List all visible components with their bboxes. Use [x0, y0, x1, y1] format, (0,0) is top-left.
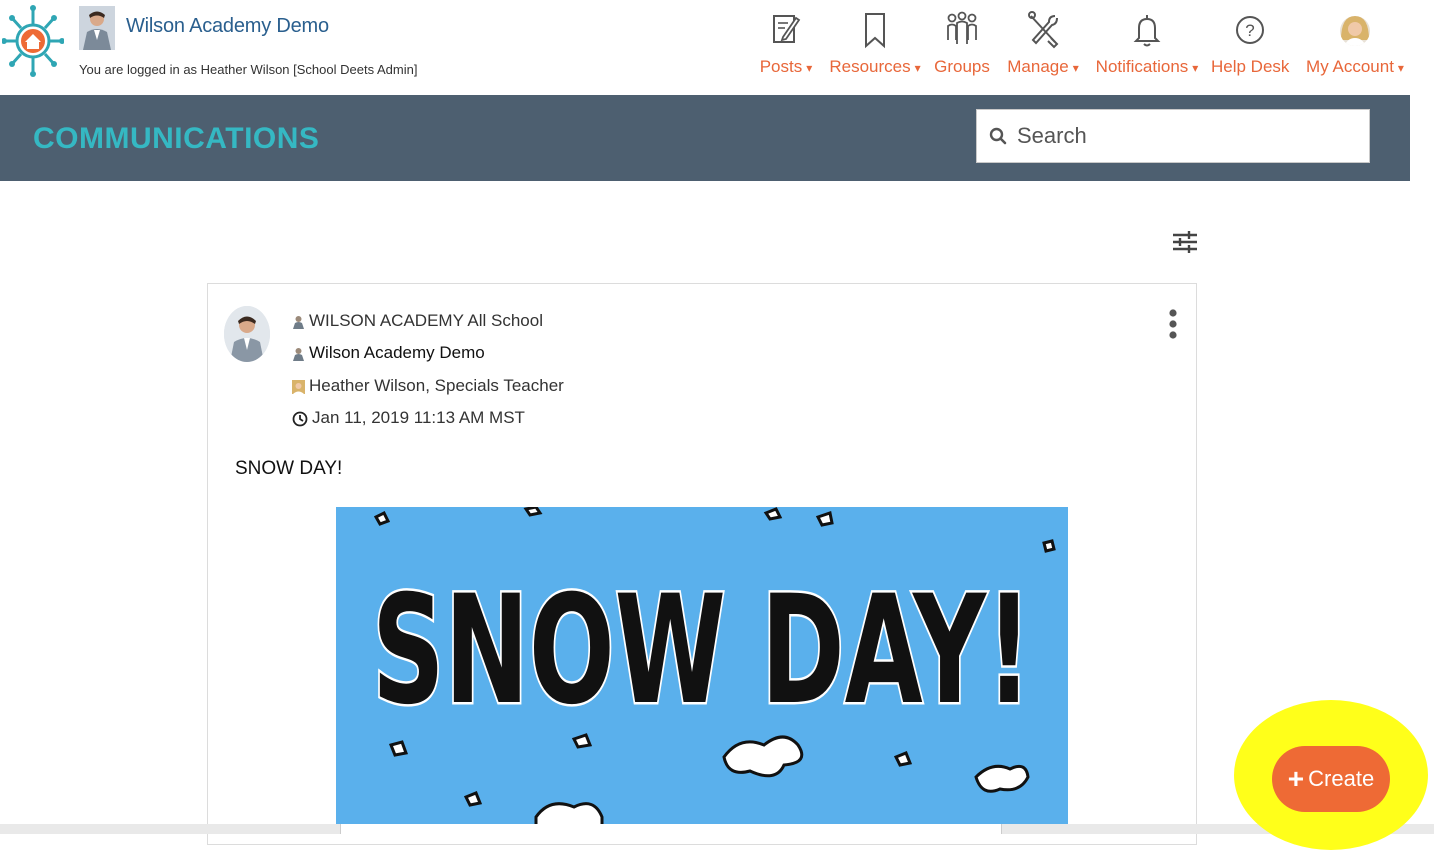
nav-manage-label: Manage [1007, 57, 1069, 76]
more-options-icon[interactable] [1168, 308, 1178, 340]
svg-text:?: ? [1245, 21, 1254, 40]
caret-down-icon: ▾ [1192, 61, 1199, 75]
search-input[interactable] [1015, 118, 1359, 154]
help-question-icon: ? [1236, 16, 1264, 44]
nav-my-account[interactable]: My Account ▾ [1303, 10, 1407, 77]
post-image-caption: SNOW DAY! [372, 564, 1032, 738]
create-button-label: Create [1308, 766, 1375, 791]
nav-groups[interactable]: Groups [934, 10, 990, 77]
post-school-name[interactable]: Wilson Academy Demo [309, 343, 485, 362]
caret-down-icon: ▾ [914, 61, 921, 75]
create-button[interactable]: + Create [1272, 746, 1390, 812]
school-avatar [79, 6, 115, 50]
author-thumbnail-icon [292, 379, 305, 394]
school-name-link[interactable]: Wilson Academy Demo [126, 15, 329, 38]
caret-down-icon: ▾ [806, 61, 813, 75]
main-nav: Posts ▾ Resources ▾ Groups Manage ▾ Noti… [745, 10, 1425, 90]
post-card: WILSON ACADEMY All School Wilson Academy… [207, 283, 1197, 845]
group-people-icon [947, 11, 977, 44]
edit-note-icon [773, 15, 801, 43]
caret-down-icon: ▾ [1072, 61, 1079, 75]
nav-posts-label: Posts [759, 57, 803, 76]
bottom-toolbar-strip [0, 824, 1434, 834]
tools-icon [1028, 11, 1059, 49]
bell-icon [1133, 15, 1161, 47]
nav-resources-label: Resources [829, 57, 911, 76]
nav-my-account-label: My Account [1306, 57, 1394, 76]
post-group-line: WILSON ACADEMY All School [292, 311, 543, 331]
page-title: COMMUNICATIONS [33, 122, 320, 155]
school-deets-logo-icon[interactable] [2, 4, 64, 78]
post-text: SNOW DAY! [235, 458, 343, 479]
nav-posts[interactable]: Posts ▾ [747, 10, 825, 77]
page-banner: COMMUNICATIONS [0, 95, 1410, 181]
nav-resources[interactable]: Resources ▾ [829, 10, 921, 77]
post-school-line: Wilson Academy Demo [292, 343, 485, 363]
logged-in-text: You are logged in as Heather Wilson [Sch… [79, 62, 418, 77]
post-image[interactable]: SNOW DAY! [336, 507, 1068, 827]
post-group-name[interactable]: WILSON ACADEMY All School [309, 311, 543, 330]
post-author-avatar[interactable] [224, 306, 270, 362]
nav-manage[interactable]: Manage ▾ [1003, 10, 1083, 77]
person-icon [293, 315, 304, 329]
nav-help-desk-label: Help Desk [1211, 57, 1290, 76]
post-timestamp: Jan 11, 2019 11:13 AM MST [312, 408, 525, 427]
nav-notifications[interactable]: Notifications ▾ [1095, 10, 1199, 77]
caret-down-icon: ▾ [1397, 61, 1404, 75]
post-timestamp-line: Jan 11, 2019 11:13 AM MST [292, 408, 525, 428]
post-author-name[interactable]: Heather Wilson, Specials Teacher [309, 376, 564, 395]
top-header: Wilson Academy Demo You are logged in as… [0, 0, 1434, 95]
search-icon [989, 127, 1007, 145]
plus-icon: + [1287, 763, 1305, 794]
nav-help-desk[interactable]: ? Help Desk [1211, 10, 1289, 77]
search-box[interactable] [976, 109, 1370, 163]
filter-sliders-icon[interactable] [1172, 229, 1198, 255]
nav-notifications-label: Notifications [1095, 57, 1189, 76]
nav-groups-label: Groups [934, 57, 990, 76]
person-icon [293, 347, 304, 361]
post-author-line: Heather Wilson, Specials Teacher [292, 376, 564, 396]
user-avatar-icon [1340, 16, 1370, 46]
clock-icon [292, 411, 308, 426]
bottom-strip-segment [340, 824, 1002, 834]
bookmark-icon [865, 13, 885, 49]
